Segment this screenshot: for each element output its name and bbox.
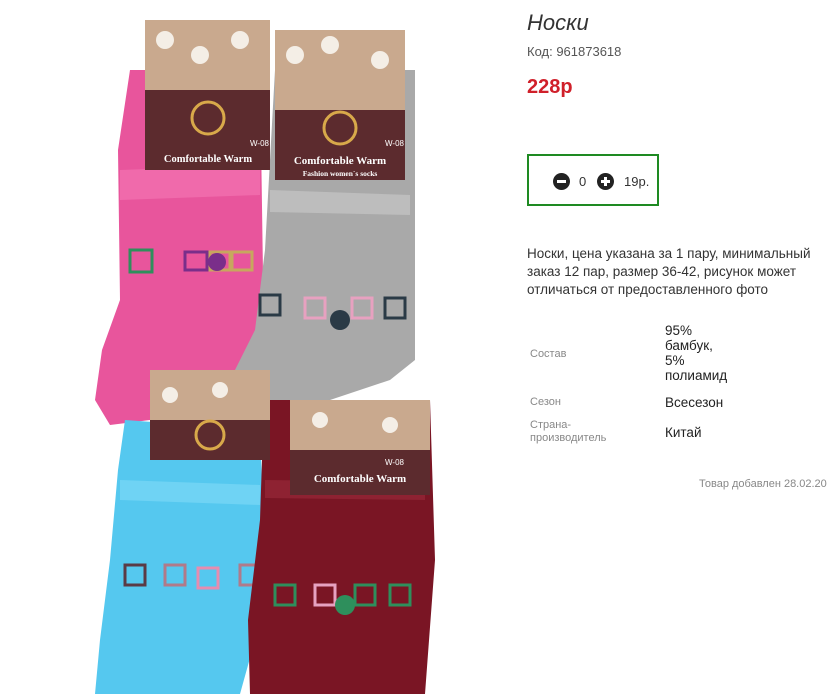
package-model-1: W-08 <box>250 139 270 148</box>
composition-line: полиамид <box>665 368 728 383</box>
spec-label-country: Страна- производитель <box>530 419 606 445</box>
package-text-3: Comfortable Warm <box>314 473 406 485</box>
spec-value-season: Всесезон <box>665 395 724 410</box>
added-date: Товар добавлен 28.02.20 <box>699 478 827 490</box>
socks-illustration: Comfortable Warm Comfortable Warm Fashio… <box>95 20 435 694</box>
product-description: Носки, цена указана за 1 пару, минимальн… <box>527 246 811 297</box>
product-title: Носки <box>527 10 589 35</box>
quantity-stepper: 0 19р. <box>527 154 659 206</box>
country-label-line: производитель <box>530 432 607 444</box>
product-code: Код: 961873618 <box>527 44 622 59</box>
spec-label-composition: Состав <box>530 348 567 360</box>
composition-line: 95% <box>665 323 693 338</box>
spec-value-composition: 95% бамбук, 5% полиамид <box>665 323 727 383</box>
package-text-1: Comfortable Warm <box>164 154 252 165</box>
product-photo[interactable]: Comfortable Warm Comfortable Warm Fashio… <box>90 0 440 694</box>
minus-icon[interactable] <box>553 173 570 190</box>
unit-price: 19р. <box>624 174 650 189</box>
package-subtext: Fashion women`s socks <box>303 169 378 178</box>
quantity-value[interactable]: 0 <box>579 174 586 189</box>
package-model-2: W-08 <box>385 139 405 148</box>
spec-label-season: Сезон <box>530 396 561 408</box>
package-model-3: W-08 <box>385 458 405 467</box>
plus-icon[interactable] <box>597 173 614 190</box>
package-text-2: Comfortable Warm <box>294 155 386 167</box>
product-price: 228р <box>527 76 573 98</box>
country-label-line: Страна- <box>530 419 572 431</box>
composition-line: 5% <box>665 353 685 368</box>
composition-line: бамбук, <box>665 338 713 353</box>
spec-value-country: Китай <box>665 425 702 440</box>
